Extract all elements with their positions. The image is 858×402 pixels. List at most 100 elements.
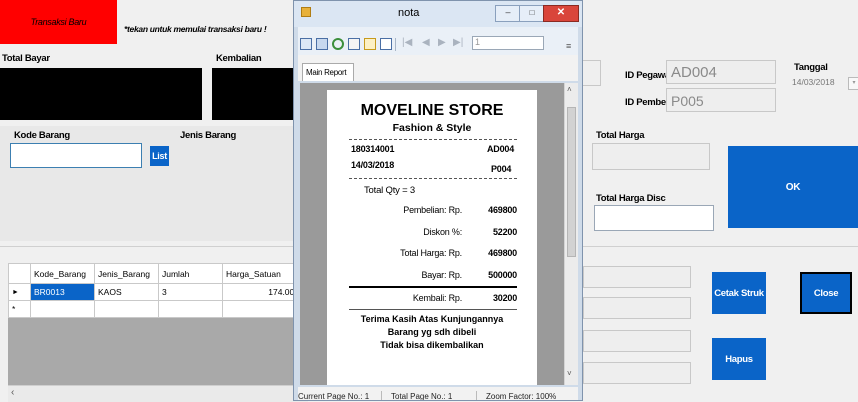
window-close-button[interactable]: ✕ [543, 5, 579, 22]
new-row-marker: * [8, 300, 31, 318]
search-report-icon[interactable] [380, 38, 392, 50]
total-bayar-label: Total Bayar [2, 53, 50, 64]
kembali-label: Kembali: Rp. [412, 293, 462, 303]
new-cell-harga[interactable] [222, 300, 303, 318]
total-harga-disc-field[interactable] [594, 205, 714, 231]
scroll-thumb[interactable] [567, 107, 576, 257]
id-pegawai-value: AD004 [671, 64, 717, 81]
kode-barang-label: Kode Barang [14, 130, 70, 141]
group-tree-icon[interactable] [364, 38, 376, 50]
tanggal-value: 14/03/2018 [792, 77, 835, 87]
total-bayar-display [0, 68, 202, 120]
cell-jumlah[interactable]: 3 [158, 283, 223, 301]
list-button[interactable]: List [150, 146, 169, 166]
zoom-status: Zoom Factor: 100% [486, 392, 557, 401]
new-cell-jenis[interactable] [94, 300, 159, 318]
cell-harga-satuan[interactable]: 174.000 [222, 283, 303, 301]
minimize-button[interactable]: – [495, 5, 521, 22]
id-pegawai-field: AD004 [666, 60, 776, 84]
next-page-icon[interactable]: ▶ [438, 37, 446, 48]
transaksi-baru-button[interactable]: Transaksi Baru [0, 0, 117, 44]
nav-separator [395, 38, 396, 51]
page-number-value: 1 [475, 37, 481, 47]
status-divider-1 [381, 391, 382, 400]
hapus-button-label: Hapus [725, 353, 753, 365]
diskon-label: Diskon %: [423, 227, 462, 237]
export-icon[interactable] [300, 38, 312, 50]
nota-title-bar[interactable]: nota – □ ✕ [294, 1, 582, 27]
scroll-left-icon[interactable]: ‹ [11, 387, 14, 398]
cell-jenis-barang[interactable]: KAOS [94, 283, 159, 301]
tanggal-picker[interactable]: 14/03/2018 ▾ [792, 77, 858, 95]
bottom-field-3 [583, 330, 691, 352]
tab-main-report[interactable]: Main Report [302, 63, 354, 81]
maximize-button[interactable]: □ [519, 5, 545, 22]
calendar-dropdown-icon[interactable]: ▾ [848, 77, 858, 90]
page-number-input[interactable]: 1 [472, 36, 544, 50]
copy-icon[interactable] [348, 38, 360, 50]
row-selector-arrow-icon[interactable]: ► [8, 283, 31, 301]
buyer-id: P004 [491, 164, 512, 174]
id-pembeli-value: P005 [671, 93, 704, 109]
prev-page-icon[interactable]: ◀ [422, 37, 430, 48]
right-field-partial [583, 60, 601, 86]
kembali-value: 30200 [492, 293, 517, 303]
right-separator-line [583, 246, 858, 247]
bottom-field-4 [583, 362, 691, 384]
new-cell-kode[interactable] [30, 300, 95, 318]
scroll-up-icon[interactable]: ˄ [567, 85, 572, 94]
col-jenis-barang[interactable]: Jenis_Barang [94, 263, 159, 284]
store-name: MOVELINE STORE [360, 102, 504, 119]
current-page-status: Current Page No.: 1 [298, 392, 370, 401]
table-row[interactable]: ► BR0013 KAOS 3 174.000 [8, 283, 303, 301]
hint-text: *tekan untuk memulai transaksi baru ! [124, 24, 267, 34]
tanggal-label: Tanggal [794, 62, 828, 73]
col-harga-satuan[interactable]: Harga_Satuan [222, 263, 303, 284]
id-pembeli-field: P005 [666, 88, 776, 112]
kembalian-label: Kembalian [216, 53, 262, 64]
total-harga-field [592, 143, 710, 170]
total-harga-receipt-value: 469800 [488, 248, 517, 258]
total-page-status: Total Page No.: 1 [391, 392, 453, 401]
total-harga-label: Total Harga [596, 130, 645, 141]
bayar-value: 500000 [488, 270, 517, 280]
close-button[interactable]: Close [800, 272, 852, 314]
nota-window[interactable]: nota – □ ✕ |◀ ◀ ▶ ▶| 1 ≡ Main Report MOV… [293, 0, 583, 401]
refresh-icon[interactable] [332, 38, 344, 50]
close-button-label: Close [813, 287, 839, 299]
toolbar-overflow-icon[interactable]: ≡ [566, 41, 571, 51]
pembelian-value: 469800 [488, 205, 517, 215]
print-icon[interactable] [316, 38, 328, 50]
report-vertical-scrollbar[interactable]: ˄ ˅ [564, 83, 578, 385]
cell-kode-barang[interactable]: BR0013 [30, 283, 95, 301]
scroll-down-icon[interactable]: ˅ [567, 369, 572, 378]
ok-button-label: OK [785, 181, 801, 193]
kode-barang-input[interactable] [10, 143, 142, 168]
transaction-date: 14/03/2018 [351, 160, 395, 170]
hapus-button[interactable]: Hapus [712, 338, 766, 380]
cetak-struk-button[interactable]: Cetak Struk [712, 272, 766, 314]
tab-main-report-label: Main Report [306, 68, 347, 77]
last-page-icon[interactable]: ▶| [453, 37, 463, 48]
ok-button[interactable]: OK [728, 146, 858, 228]
items-grid[interactable]: Kode_Barang Jenis_Barang Jumlah Harga_Sa… [8, 263, 308, 401]
receipt-page: MOVELINE STORE Fashion & Style 180314001… [327, 90, 537, 385]
report-status-bar: Current Page No.: 1 Total Page No.: 1 Zo… [298, 387, 578, 401]
first-page-icon[interactable]: |◀ [402, 37, 412, 48]
status-divider-2 [476, 391, 477, 400]
col-jumlah[interactable]: Jumlah [158, 263, 223, 284]
col-kode-barang[interactable]: Kode_Barang [30, 263, 95, 284]
receipt-divider-4 [349, 309, 517, 310]
total-harga-receipt-label: Total Harga: Rp. [400, 248, 462, 258]
grid-horizontal-scrollbar[interactable]: ‹ [8, 385, 308, 402]
receipt-divider-1 [349, 139, 517, 140]
new-row[interactable]: * [8, 300, 303, 318]
transaction-number: 180314001 [351, 144, 395, 154]
bottom-field-2 [583, 297, 691, 319]
new-cell-jumlah[interactable] [158, 300, 223, 318]
separator-line [0, 246, 306, 247]
total-harga-disc-label: Total Harga Disc [596, 193, 666, 204]
employee-id: AD004 [487, 144, 515, 154]
report-viewer[interactable]: MOVELINE STORE Fashion & Style 180314001… [300, 83, 564, 385]
grid-corner [8, 263, 31, 284]
